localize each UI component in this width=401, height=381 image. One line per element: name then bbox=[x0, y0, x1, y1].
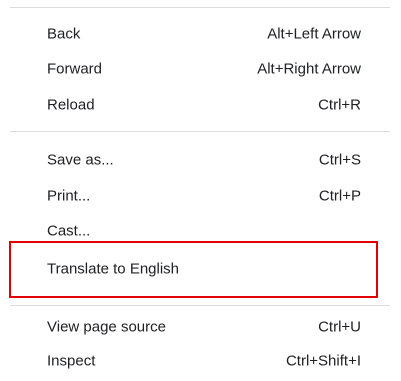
menu-item-shortcut: Ctrl+P bbox=[318, 187, 361, 205]
menu-item-save-as[interactable]: Save as... Ctrl+S bbox=[0, 143, 401, 177]
menu-item-label: Print... bbox=[47, 187, 91, 205]
menu-item-back[interactable]: Back Alt+Left Arrow bbox=[0, 17, 401, 51]
context-menu: Back Alt+Left Arrow Forward Alt+Right Ar… bbox=[0, 0, 401, 381]
menu-item-translate[interactable]: Translate to English bbox=[0, 252, 401, 286]
menu-item-label: Forward bbox=[47, 60, 103, 78]
menu-item-shortcut: Alt+Right Arrow bbox=[257, 60, 361, 78]
menu-item-label: Back bbox=[47, 25, 81, 43]
menu-item-reload[interactable]: Reload Ctrl+R bbox=[0, 88, 401, 122]
menu-item-shortcut: Ctrl+Shift+I bbox=[285, 352, 361, 370]
menu-item-inspect[interactable]: Inspect Ctrl+Shift+I bbox=[0, 344, 401, 378]
menu-separator-top bbox=[10, 7, 390, 8]
menu-item-label: Cast... bbox=[47, 222, 91, 240]
menu-item-shortcut: Ctrl+S bbox=[318, 151, 361, 169]
menu-item-shortcut: Ctrl+U bbox=[318, 318, 361, 336]
menu-item-shortcut: Ctrl+R bbox=[318, 96, 361, 114]
menu-item-shortcut: Alt+Left Arrow bbox=[267, 25, 361, 43]
menu-item-print[interactable]: Print... Ctrl+P bbox=[0, 179, 401, 213]
menu-item-label: Save as... bbox=[47, 151, 114, 169]
menu-item-label: Reload bbox=[47, 96, 95, 114]
menu-item-label: Translate to English bbox=[47, 260, 180, 278]
menu-item-label: View page source bbox=[47, 318, 166, 336]
menu-separator bbox=[10, 305, 390, 306]
menu-item-forward[interactable]: Forward Alt+Right Arrow bbox=[0, 52, 401, 86]
menu-item-label: Inspect bbox=[47, 352, 96, 370]
menu-item-cast[interactable]: Cast... bbox=[0, 214, 401, 248]
menu-item-view-page-source[interactable]: View page source Ctrl+U bbox=[0, 310, 401, 344]
menu-separator bbox=[10, 131, 390, 132]
